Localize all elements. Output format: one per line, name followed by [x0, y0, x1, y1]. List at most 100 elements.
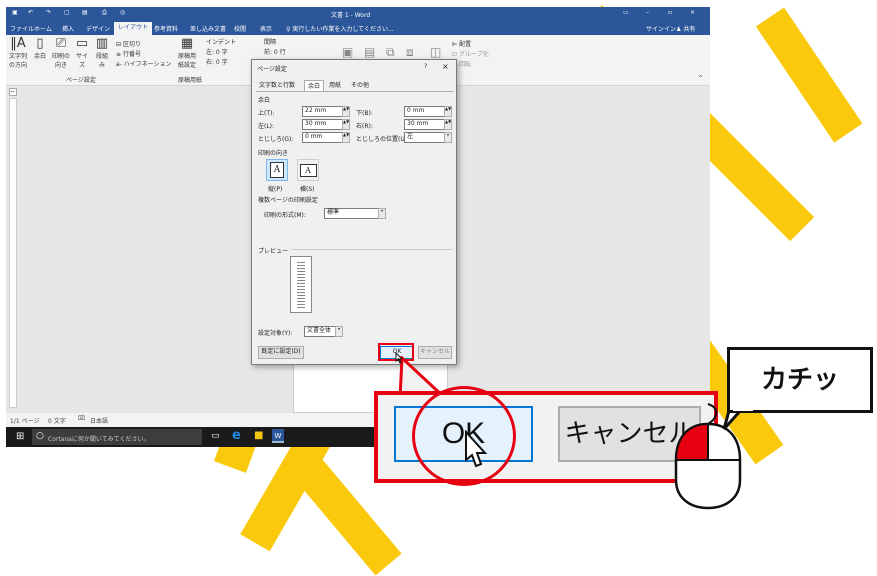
left-margin-label: 左(L):	[258, 123, 275, 130]
new-doc-icon[interactable]: ▢	[64, 9, 70, 16]
top-margin-input[interactable]: 22 mm	[302, 106, 346, 117]
edge-icon[interactable]: e	[232, 428, 241, 443]
task-view-icon[interactable]: ▭	[211, 431, 220, 441]
multi-page-select[interactable]: 標準	[324, 208, 382, 219]
landscape-label[interactable]: 横(S)	[300, 184, 315, 193]
align-button[interactable]: ⊫ 配置	[452, 39, 471, 48]
speech-bubble-tail-cover	[733, 405, 753, 411]
zoom-icon[interactable]: ◎	[120, 9, 125, 16]
mouse-cursor-icon	[465, 430, 488, 468]
gutter-position-select[interactable]: 左	[404, 132, 448, 143]
columns-button[interactable]: ▥ 段組み	[94, 37, 110, 70]
indent-right-field[interactable]: 右: 0 字	[206, 57, 228, 66]
landscape-option[interactable]: A	[297, 159, 319, 181]
multi-page-dropdown-icon[interactable]: ▾	[378, 208, 386, 219]
small-cursor-icon	[395, 352, 404, 364]
right-margin-input[interactable]: 30 mm	[404, 119, 448, 130]
menu-layout[interactable]: レイアウト	[114, 22, 153, 35]
gutter-input[interactable]: 0 mm	[302, 132, 346, 143]
dialog-close-button[interactable]: ×	[442, 62, 449, 71]
print-preview-icon[interactable]: ⎙	[102, 9, 107, 17]
orientation-button[interactable]: ⎚ 印刷の向き	[52, 37, 71, 70]
menu-home[interactable]: ホーム	[34, 24, 52, 33]
line-numbers-button[interactable]: ≡ 行番号	[116, 49, 141, 58]
menu-review[interactable]: 校閲	[234, 24, 246, 33]
wrap-text-button[interactable]: ▤	[364, 45, 375, 59]
undo-icon[interactable]: ↶	[28, 9, 33, 16]
multi-page-label: 印刷の形式(M):	[264, 212, 306, 219]
left-margin-input[interactable]: 30 mm	[302, 119, 346, 130]
group-button[interactable]: ⊡ グループ化	[452, 49, 489, 58]
spacing-before-field[interactable]: 前: 0 行	[264, 47, 286, 56]
preview-heading: プレビュー	[258, 248, 289, 255]
signin-link[interactable]: サインイン	[646, 24, 676, 33]
breaks-button[interactable]: ⊟ 区切り	[116, 39, 141, 48]
top-margin-spinner[interactable]: ▲▼	[342, 106, 350, 117]
multi-page-heading: 複数ページの印刷設定	[258, 197, 318, 204]
tell-me-box[interactable]: ♀ 実行したい作業を入力してください...	[286, 24, 394, 33]
line-numbers-label: 行番号	[122, 51, 141, 58]
right-margin-spinner[interactable]: ▲▼	[444, 119, 452, 130]
menu-references[interactable]: 参考資料	[154, 24, 178, 33]
menu-mailings[interactable]: 差し込み文書	[190, 24, 226, 33]
redo-icon[interactable]: ↷	[46, 9, 51, 16]
menu-file[interactable]: ファイル	[10, 24, 34, 33]
text-direction-label: 文字列の方向	[8, 53, 27, 69]
menu-view[interactable]: 表示	[260, 24, 272, 33]
arrange-position-button[interactable]: ▣	[342, 45, 353, 59]
size-button[interactable]: ▭ サイズ	[74, 37, 90, 70]
share-label: 共有	[683, 26, 696, 33]
portrait-label[interactable]: 縦(P)	[268, 184, 282, 193]
bring-forward-button[interactable]: ⧉	[386, 45, 395, 60]
align-label: 配置	[459, 41, 472, 48]
ribbon-display-icon[interactable]: ▭	[623, 9, 629, 16]
set-default-button[interactable]: 既定に設定(D)	[258, 346, 304, 359]
dialog-help-button[interactable]: ?	[424, 63, 427, 70]
hyphenation-button[interactable]: a- ハイフネーション	[116, 59, 172, 68]
cortana-search-box[interactable]: ○ Cortanaに何か聞いてみてください。	[32, 429, 202, 445]
group-label: グループ化	[458, 51, 489, 58]
group-icon: ⊡	[452, 51, 459, 58]
bottom-margin-input[interactable]: 0 mm	[404, 106, 448, 117]
page-count[interactable]: 1/1 ページ	[10, 416, 39, 425]
dialog-title: ページ設定	[257, 66, 287, 73]
minimize-icon[interactable]: –	[646, 9, 649, 16]
bottom-margin-spinner[interactable]: ▲▼	[444, 106, 452, 117]
margins-section-heading: 余白	[258, 97, 271, 104]
orientation-label: 印刷の向き	[52, 53, 71, 69]
collapse-ribbon-icon[interactable]: ^	[698, 75, 703, 82]
portrait-option[interactable]: A	[266, 159, 288, 181]
save-icon[interactable]: ▣	[12, 9, 18, 16]
share-button[interactable]: ♟ 共有	[676, 24, 695, 33]
send-backward-button[interactable]: ⧈	[406, 45, 414, 60]
manuscript-button[interactable]: ▦ 原稿用紙設定	[176, 37, 198, 70]
windows-start-icon[interactable]: ⊞	[16, 431, 24, 442]
open-icon[interactable]: ▤	[82, 9, 88, 16]
selection-pane-button[interactable]: ◫	[430, 45, 441, 59]
language-indicator[interactable]: 日本語	[90, 416, 108, 425]
apply-to-select[interactable]: 文書全体	[304, 326, 339, 337]
proofing-icon[interactable]: ⌧	[78, 415, 85, 422]
word-taskbar-icon[interactable]: W	[272, 429, 284, 443]
margins-button[interactable]: ▯ 余白	[32, 37, 48, 61]
text-direction-button[interactable]: ‖A 文字列の方向	[8, 37, 28, 70]
tab-other[interactable]: その他	[348, 80, 372, 91]
maximize-icon[interactable]: ▫	[668, 9, 672, 16]
close-icon[interactable]: ×	[690, 9, 695, 16]
indent-heading: インデント	[206, 39, 237, 46]
gutter-spinner[interactable]: ▲▼	[342, 132, 350, 143]
menu-design[interactable]: デザイン	[86, 24, 110, 33]
tab-characters-lines[interactable]: 文字数と行数	[256, 80, 298, 91]
menu-insert[interactable]: 挿入	[62, 24, 74, 33]
right-margin-label: 右(R):	[356, 123, 373, 130]
apply-to-dropdown-icon[interactable]: ▾	[335, 326, 343, 337]
page-setup-dialog: ページ設定 ? × 文字数と行数 余白 用紙 その他 余白 上(T): 22 m…	[251, 59, 457, 365]
indent-left-field[interactable]: 左: 0 字	[206, 47, 228, 56]
word-count[interactable]: 0 文字	[48, 416, 66, 425]
hyphenation-label: ハイフネーション	[123, 61, 172, 68]
ruler-toggle-icon[interactable]: ⌐	[9, 88, 17, 96]
chevron-down-icon[interactable]: ▾	[444, 132, 452, 143]
file-explorer-icon[interactable]: ■	[254, 430, 263, 441]
left-margin-spinner[interactable]: ▲▼	[342, 119, 350, 130]
tab-paper[interactable]: 用紙	[326, 80, 344, 91]
